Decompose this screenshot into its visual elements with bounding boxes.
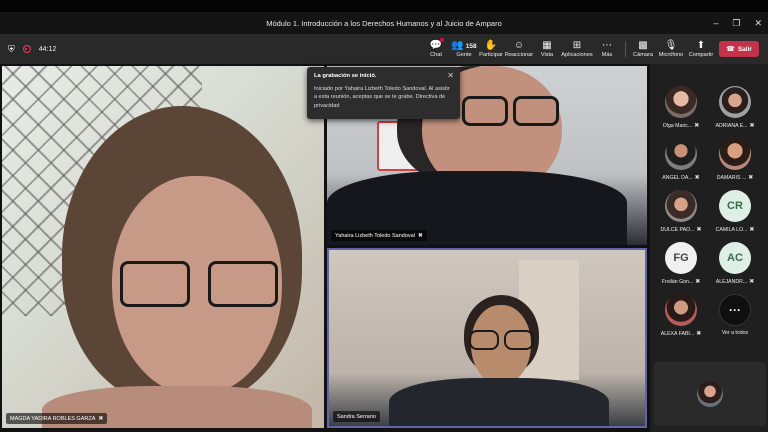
raise-hand-button[interactable]: ✋ Participar: [478, 36, 504, 62]
roster-item[interactable]: CR CAMILA LO... ✖: [708, 186, 762, 236]
camera-button[interactable]: ▩ Cámara: [632, 36, 654, 62]
glasses-left: [469, 330, 499, 350]
teams-meeting-window: Módulo 1. Introducción a los Derechos Hu…: [0, 0, 768, 432]
more-dots-icon: ···: [719, 294, 751, 326]
mic-off-icon: ✖: [98, 416, 104, 422]
more-dots-icon: ⋯: [602, 40, 612, 51]
avatar: [665, 86, 697, 118]
avatar: [665, 294, 697, 326]
roster-item[interactable]: ANGEL DA... ✖: [654, 134, 708, 184]
avatar: FG: [665, 242, 697, 274]
mic-button[interactable]: 🎙 Micrófono: [657, 36, 685, 62]
see-all-button[interactable]: ··· Ver a todos: [708, 290, 762, 340]
top-strip: [0, 0, 768, 12]
mic-off-icon: ✖: [748, 175, 754, 181]
restore-icon[interactable]: ❐: [732, 18, 740, 29]
smiley-icon: ☺: [513, 40, 525, 51]
roster-item[interactable]: Olga Maric... ✖: [654, 82, 708, 132]
close-icon[interactable]: ✕: [754, 18, 762, 29]
people-icon: 👥 158: [451, 40, 477, 51]
avatar: AC: [719, 242, 751, 274]
avatar: [697, 381, 723, 407]
chat-button[interactable]: 💬 Chat: [426, 36, 446, 62]
minimize-icon[interactable]: –: [713, 18, 718, 28]
react-button[interactable]: ☺ Reaccionar: [504, 36, 534, 62]
meeting-timer: 44:12: [38, 45, 57, 53]
avatar: [719, 138, 751, 170]
meeting-toolbar: ⛨ 44:12 💬 Chat 👥 158 Gente ✋ Participar ☺…: [0, 34, 768, 64]
mic-off-icon: ✖: [417, 233, 423, 239]
title-bar: Módulo 1. Introducción a los Derechos Hu…: [0, 12, 768, 34]
avatar: [665, 138, 697, 170]
glasses-right: [208, 261, 278, 307]
video-stage: MAGDA YADIRA ROBLES GARZA ✖ Yahaira Lizb…: [0, 64, 650, 432]
participant-name-tag: MAGDA YADIRA ROBLES GARZA ✖: [6, 413, 108, 424]
mic-off-icon: ✖: [695, 279, 701, 285]
glasses-left: [120, 261, 190, 307]
mic-off-icon: ✖: [694, 175, 700, 181]
roster-item[interactable]: DAMARIS ... ✖: [708, 134, 762, 184]
mic-off-icon: 🎙: [664, 40, 678, 51]
more-button[interactable]: ⋯ Más: [598, 36, 616, 62]
video-tile-sandra[interactable]: Sandra Serrano: [327, 248, 647, 428]
toolbar-left: ⛨ 44:12: [8, 34, 56, 64]
view-button[interactable]: ▦ Vista: [538, 36, 556, 62]
body: [389, 378, 609, 426]
hand-icon: ✋: [484, 40, 498, 51]
share-button[interactable]: ⬆ Compartir: [688, 36, 714, 62]
grid-icon: ▦: [542, 40, 552, 51]
mic-off-icon: ✖: [749, 123, 755, 129]
roster-item[interactable]: AC ALEJANDR... ✖: [708, 238, 762, 288]
leave-button[interactable]: ☎ Salir: [719, 41, 759, 57]
recording-notification: La grabación se inició. Iniciado por Yah…: [307, 67, 460, 119]
share-icon: ⬆: [696, 40, 706, 51]
apps-button[interactable]: ⊞ Aplicaciones: [560, 36, 594, 62]
mic-off-icon: ✖: [749, 227, 755, 233]
avatar: CR: [719, 190, 751, 222]
phone-hangup-icon: ☎: [726, 46, 735, 53]
video-tile-magda[interactable]: MAGDA YADIRA ROBLES GARZA ✖: [2, 66, 324, 428]
recording-icon: [22, 45, 31, 53]
mic-off-icon: ✖: [694, 123, 700, 129]
apps-plus-icon: ⊞: [572, 40, 582, 51]
avatar: [665, 190, 697, 222]
glasses-right: [513, 96, 559, 126]
glasses-left: [462, 96, 508, 126]
self-view-tile[interactable]: [654, 362, 766, 426]
glasses-right: [504, 330, 534, 350]
roster-item[interactable]: ADRIANA E... ✖: [708, 82, 762, 132]
avatar: [719, 86, 751, 118]
toolbar-divider: [625, 41, 626, 57]
people-button[interactable]: 👥 158 Gente: [450, 36, 478, 62]
chat-badge: [440, 38, 444, 42]
mic-off-icon: ✖: [696, 227, 702, 233]
participant-name-tag: Yahaira Lizbeth Toledo Sandoval ✖: [331, 230, 427, 241]
roster-item[interactable]: ALEXA FABI... ✖: [654, 290, 708, 340]
window-title: Módulo 1. Introducción a los Derechos Hu…: [266, 18, 502, 28]
camera-icon: ▩: [638, 40, 648, 51]
mic-off-icon: ✖: [749, 279, 755, 285]
window-controls: – ❐ ✕: [713, 12, 762, 34]
shield-icon[interactable]: ⛨: [8, 44, 15, 55]
mic-off-icon: ✖: [696, 331, 702, 337]
participant-name-tag: Sandra Serrano: [333, 411, 380, 422]
close-icon[interactable]: ✕: [447, 71, 454, 80]
roster-item[interactable]: DULCE PAO... ✖: [654, 186, 708, 236]
roster-item[interactable]: FG Froilán Gon... ✖: [654, 238, 708, 288]
